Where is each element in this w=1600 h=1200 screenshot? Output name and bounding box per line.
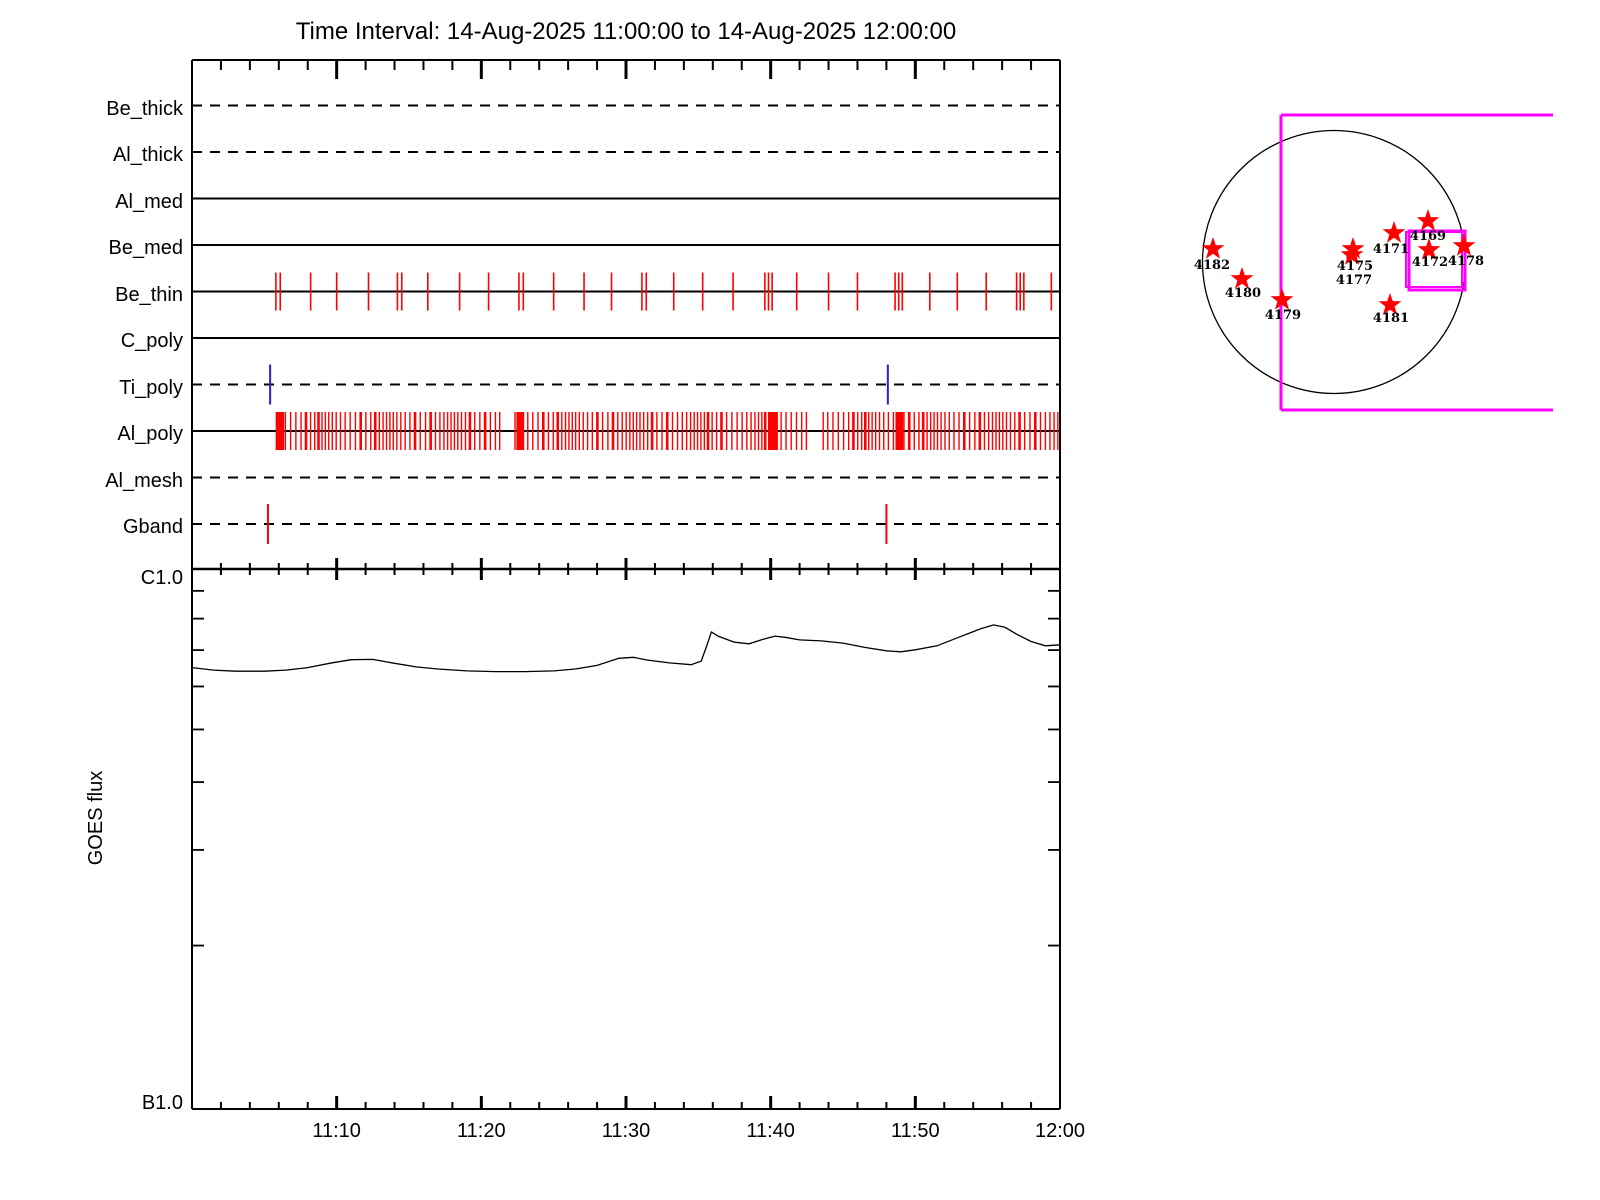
x-tick-label-1130: 11:30 xyxy=(601,1120,651,1142)
goes-bottom-axis-label: B1.0 xyxy=(141,1092,183,1114)
x-tick-label-1200: 12:00 xyxy=(1034,1120,1086,1142)
active-region-star xyxy=(1201,237,1225,259)
goes-axis-title: GOES flux xyxy=(85,770,107,866)
goes-top-axis-label: C1.0 xyxy=(140,567,183,589)
active-region-label: 4179 xyxy=(1264,308,1302,323)
active-region-label: 4171 xyxy=(1372,242,1410,257)
plot-canvas xyxy=(191,59,1553,1110)
active-region-label: 4181 xyxy=(1372,311,1410,326)
filter-row-label-al-med: Al_med xyxy=(115,190,183,213)
filter-row-label-be-thin: Be_thin xyxy=(115,283,183,306)
x-tick-label-1150: 11:50 xyxy=(891,1120,940,1142)
active-region-label: 4175 xyxy=(1336,259,1374,274)
filter-row-label-al-thick: Al_thick xyxy=(112,144,183,166)
filter-row-label-be-thick: Be_thick xyxy=(106,97,183,120)
filter-row-label-ti-poly: Ti_poly xyxy=(119,376,183,399)
active-region-label: 4169 xyxy=(1409,229,1447,244)
active-region-label: 4177 xyxy=(1335,273,1373,288)
active-region-label: 4180 xyxy=(1224,286,1262,301)
filter-row-label-al-poly: Al_poly xyxy=(117,423,183,445)
active-region-label: 4178 xyxy=(1447,254,1485,269)
active-region-star xyxy=(1382,221,1406,243)
active-region-star xyxy=(1416,209,1440,231)
x-tick-label-1120: 11:20 xyxy=(457,1120,506,1142)
filter-row-label-c-poly: C_poly xyxy=(120,330,183,352)
page-title: Time Interval: 14-Aug-2025 11:00:00 to 1… xyxy=(295,18,957,45)
active-region-label: 4172 xyxy=(1411,255,1449,270)
active-region-label: 4182 xyxy=(1193,258,1231,273)
filter-row-label-gband: Gband xyxy=(122,516,183,538)
x-tick-label-1110: 11:10 xyxy=(312,1120,361,1142)
xrt-goes-timeline-screenshot: Time Interval: 14-Aug-2025 11:00:00 to 1… xyxy=(0,0,1600,1200)
x-tick-label-1140: 11:40 xyxy=(746,1120,795,1142)
filter-row-label-be-med: Be_med xyxy=(108,237,184,259)
filter-row-label-al-mesh: Al_mesh xyxy=(105,469,183,492)
